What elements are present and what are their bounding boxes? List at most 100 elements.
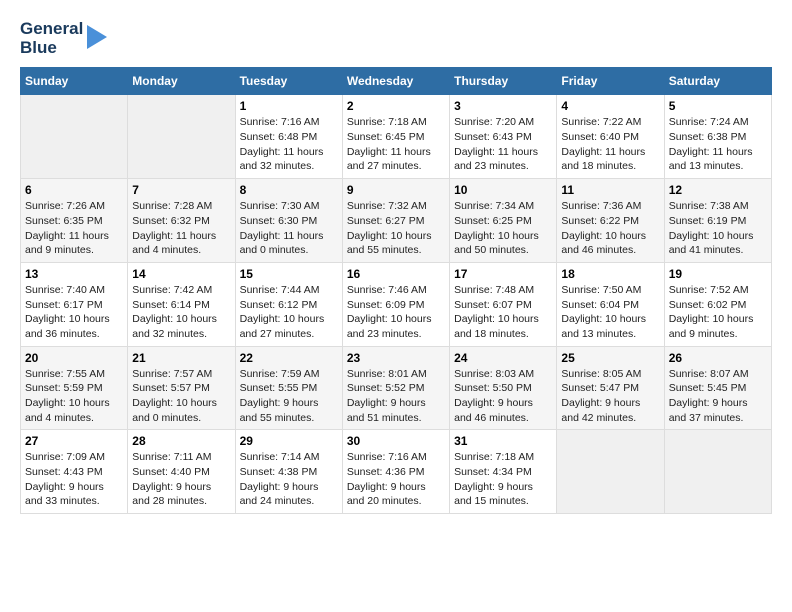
calendar-cell <box>557 430 664 514</box>
day-info: Sunrise: 8:01 AMSunset: 5:52 PMDaylight:… <box>347 367 445 426</box>
day-info: Sunrise: 7:50 AMSunset: 6:04 PMDaylight:… <box>561 283 659 342</box>
day-info: Sunrise: 8:03 AMSunset: 5:50 PMDaylight:… <box>454 367 552 426</box>
calendar-cell: 7 Sunrise: 7:28 AMSunset: 6:32 PMDaylight… <box>128 179 235 263</box>
calendar-week-2: 6 Sunrise: 7:26 AMSunset: 6:35 PMDaylight… <box>21 179 772 263</box>
day-number: 13 <box>25 267 123 281</box>
day-info: Sunrise: 8:05 AMSunset: 5:47 PMDaylight:… <box>561 367 659 426</box>
day-info: Sunrise: 7:55 AMSunset: 5:59 PMDaylight:… <box>25 367 123 426</box>
calendar-cell: 15 Sunrise: 7:44 AMSunset: 6:12 PMDayligh… <box>235 262 342 346</box>
calendar-cell: 18Sunrise: 7:50 AMSunset: 6:04 PMDayligh… <box>557 262 664 346</box>
calendar-cell: 5Sunrise: 7:24 AMSunset: 6:38 PMDaylight… <box>664 95 771 179</box>
logo: General Blue <box>20 20 107 57</box>
day-info: Sunrise: 7:18 AMSunset: 4:34 PMDaylight:… <box>454 450 552 509</box>
day-info: Sunrise: 7:09 AMSunset: 4:43 PMDaylight:… <box>25 450 123 509</box>
calendar-cell: 4 Sunrise: 7:22 AMSunset: 6:40 PMDaylight… <box>557 95 664 179</box>
page-header: General Blue <box>20 20 772 57</box>
day-info: Sunrise: 7:36 AMSunset: 6:22 PMDaylight:… <box>561 199 659 258</box>
day-number: 10 <box>454 183 552 197</box>
day-number: 29 <box>240 434 338 448</box>
calendar-cell <box>21 95 128 179</box>
calendar-week-4: 20 Sunrise: 7:55 AMSunset: 5:59 PMDayligh… <box>21 346 772 430</box>
day-info: Sunrise: 7:46 AMSunset: 6:09 PMDaylight:… <box>347 283 445 342</box>
day-info: Sunrise: 7:40 AMSunset: 6:17 PMDaylight:… <box>25 283 123 342</box>
calendar-cell: 17Sunrise: 7:48 AMSunset: 6:07 PMDayligh… <box>450 262 557 346</box>
weekday-header-sunday: Sunday <box>21 68 128 95</box>
calendar-cell: 2 Sunrise: 7:18 AMSunset: 6:45 PMDaylight… <box>342 95 449 179</box>
weekday-header-friday: Friday <box>557 68 664 95</box>
day-info: Sunrise: 7:32 AMSunset: 6:27 PMDaylight:… <box>347 199 445 258</box>
calendar-cell: 1 Sunrise: 7:16 AMSunset: 6:48 PMDaylight… <box>235 95 342 179</box>
day-info: Sunrise: 7:11 AMSunset: 4:40 PMDaylight:… <box>132 450 230 509</box>
day-number: 1 <box>240 99 338 113</box>
day-number: 16 <box>347 267 445 281</box>
weekday-header-wednesday: Wednesday <box>342 68 449 95</box>
day-number: 8 <box>240 183 338 197</box>
calendar-week-3: 13 Sunrise: 7:40 AMSunset: 6:17 PMDayligh… <box>21 262 772 346</box>
day-number: 25 <box>561 351 659 365</box>
calendar-cell: 27 Sunrise: 7:09 AMSunset: 4:43 PMDayligh… <box>21 430 128 514</box>
day-info: Sunrise: 7:16 AMSunset: 6:48 PMDaylight:… <box>240 115 338 174</box>
calendar-cell: 11 Sunrise: 7:36 AMSunset: 6:22 PMDayligh… <box>557 179 664 263</box>
day-number: 15 <box>240 267 338 281</box>
calendar-week-1: 1 Sunrise: 7:16 AMSunset: 6:48 PMDaylight… <box>21 95 772 179</box>
calendar-cell: 23Sunrise: 8:01 AMSunset: 5:52 PMDayligh… <box>342 346 449 430</box>
day-number: 14 <box>132 267 230 281</box>
day-number: 12 <box>669 183 767 197</box>
calendar-cell: 9 Sunrise: 7:32 AMSunset: 6:27 PMDaylight… <box>342 179 449 263</box>
calendar-cell: 8 Sunrise: 7:30 AMSunset: 6:30 PMDaylight… <box>235 179 342 263</box>
day-info: Sunrise: 7:14 AMSunset: 4:38 PMDaylight:… <box>240 450 338 509</box>
calendar-table: SundayMondayTuesdayWednesdayThursdayFrid… <box>20 67 772 514</box>
day-info: Sunrise: 7:34 AMSunset: 6:25 PMDaylight:… <box>454 199 552 258</box>
calendar-cell: 29 Sunrise: 7:14 AMSunset: 4:38 PMDayligh… <box>235 430 342 514</box>
weekday-header-monday: Monday <box>128 68 235 95</box>
calendar-cell: 28 Sunrise: 7:11 AMSunset: 4:40 PMDayligh… <box>128 430 235 514</box>
calendar-cell: 24Sunrise: 8:03 AMSunset: 5:50 PMDayligh… <box>450 346 557 430</box>
weekday-header-thursday: Thursday <box>450 68 557 95</box>
day-number: 30 <box>347 434 445 448</box>
calendar-cell: 22 Sunrise: 7:59 AMSunset: 5:55 PMDayligh… <box>235 346 342 430</box>
calendar-cell: 14 Sunrise: 7:42 AMSunset: 6:14 PMDayligh… <box>128 262 235 346</box>
day-number: 19 <box>669 267 767 281</box>
day-info: Sunrise: 7:22 AMSunset: 6:40 PMDaylight:… <box>561 115 659 174</box>
day-number: 22 <box>240 351 338 365</box>
calendar-cell: 26 Sunrise: 8:07 AMSunset: 5:45 PMDayligh… <box>664 346 771 430</box>
day-number: 4 <box>561 99 659 113</box>
day-number: 7 <box>132 183 230 197</box>
day-info: Sunrise: 7:16 AMSunset: 4:36 PMDaylight:… <box>347 450 445 509</box>
day-info: Sunrise: 7:57 AMSunset: 5:57 PMDaylight:… <box>132 367 230 426</box>
day-number: 26 <box>669 351 767 365</box>
day-number: 9 <box>347 183 445 197</box>
day-info: Sunrise: 7:59 AMSunset: 5:55 PMDaylight:… <box>240 367 338 426</box>
calendar-cell: 12 Sunrise: 7:38 AMSunset: 6:19 PMDayligh… <box>664 179 771 263</box>
day-number: 27 <box>25 434 123 448</box>
logo-arrow-icon <box>87 25 107 49</box>
calendar-cell: 16 Sunrise: 7:46 AMSunset: 6:09 PMDayligh… <box>342 262 449 346</box>
day-info: Sunrise: 7:24 AMSunset: 6:38 PMDaylight:… <box>669 115 767 174</box>
day-info: Sunrise: 7:38 AMSunset: 6:19 PMDaylight:… <box>669 199 767 258</box>
day-number: 28 <box>132 434 230 448</box>
day-number: 31 <box>454 434 552 448</box>
calendar-cell: 3Sunrise: 7:20 AMSunset: 6:43 PMDaylight… <box>450 95 557 179</box>
day-number: 20 <box>25 351 123 365</box>
calendar-cell: 10 Sunrise: 7:34 AMSunset: 6:25 PMDayligh… <box>450 179 557 263</box>
day-number: 3 <box>454 99 552 113</box>
day-info: Sunrise: 7:42 AMSunset: 6:14 PMDaylight:… <box>132 283 230 342</box>
calendar-week-5: 27 Sunrise: 7:09 AMSunset: 4:43 PMDayligh… <box>21 430 772 514</box>
calendar-cell: 6 Sunrise: 7:26 AMSunset: 6:35 PMDaylight… <box>21 179 128 263</box>
day-info: Sunrise: 7:26 AMSunset: 6:35 PMDaylight:… <box>25 199 123 258</box>
calendar-cell <box>664 430 771 514</box>
day-info: Sunrise: 7:44 AMSunset: 6:12 PMDaylight:… <box>240 283 338 342</box>
logo-blue: Blue <box>20 39 83 58</box>
day-info: Sunrise: 7:30 AMSunset: 6:30 PMDaylight:… <box>240 199 338 258</box>
calendar-cell: 31 Sunrise: 7:18 AMSunset: 4:34 PMDayligh… <box>450 430 557 514</box>
day-info: Sunrise: 7:28 AMSunset: 6:32 PMDaylight:… <box>132 199 230 258</box>
calendar-cell <box>128 95 235 179</box>
day-number: 6 <box>25 183 123 197</box>
day-info: Sunrise: 8:07 AMSunset: 5:45 PMDaylight:… <box>669 367 767 426</box>
day-number: 11 <box>561 183 659 197</box>
calendar-cell: 20 Sunrise: 7:55 AMSunset: 5:59 PMDayligh… <box>21 346 128 430</box>
day-number: 2 <box>347 99 445 113</box>
day-info: Sunrise: 7:18 AMSunset: 6:45 PMDaylight:… <box>347 115 445 174</box>
calendar-cell: 25 Sunrise: 8:05 AMSunset: 5:47 PMDayligh… <box>557 346 664 430</box>
day-info: Sunrise: 7:52 AMSunset: 6:02 PMDaylight:… <box>669 283 767 342</box>
